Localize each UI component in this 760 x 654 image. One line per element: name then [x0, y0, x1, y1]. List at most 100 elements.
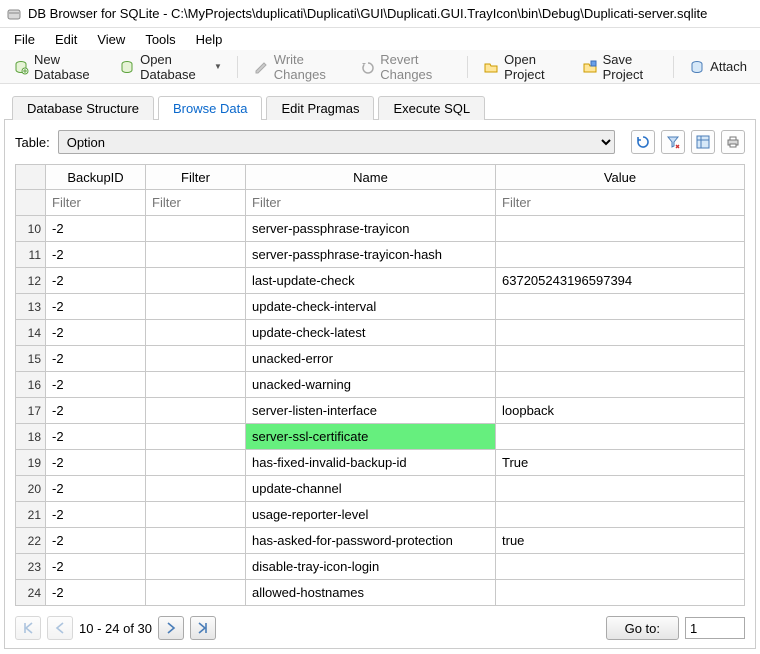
- open-project-button[interactable]: Open Project: [474, 54, 570, 80]
- page-last-button[interactable]: [190, 616, 216, 640]
- cell[interactable]: 10: [15, 216, 45, 242]
- cell[interactable]: -2: [45, 216, 145, 242]
- menu-help[interactable]: Help: [186, 30, 233, 49]
- table-row[interactable]: 24-2allowed-hostnames: [15, 580, 744, 606]
- cell[interactable]: -2: [45, 268, 145, 294]
- cell[interactable]: -2: [45, 346, 145, 372]
- cell[interactable]: usage-reporter-level: [245, 502, 495, 528]
- cell[interactable]: -2: [45, 242, 145, 268]
- menu-file[interactable]: File: [4, 30, 45, 49]
- cell[interactable]: [495, 554, 744, 580]
- cell[interactable]: true: [495, 528, 744, 554]
- goto-input[interactable]: [685, 617, 745, 639]
- cell[interactable]: [145, 528, 245, 554]
- table-row[interactable]: 13-2update-check-interval: [15, 294, 744, 320]
- cell[interactable]: server-passphrase-trayicon-hash: [245, 242, 495, 268]
- filter-name[interactable]: [246, 190, 495, 215]
- cell[interactable]: [145, 476, 245, 502]
- page-prev-button[interactable]: [47, 616, 73, 640]
- filter-backupid[interactable]: [46, 190, 145, 215]
- cell[interactable]: -2: [45, 554, 145, 580]
- col-filter[interactable]: Filter: [145, 164, 245, 190]
- cell[interactable]: 15: [15, 346, 45, 372]
- cell[interactable]: 18: [15, 424, 45, 450]
- table-row[interactable]: 11-2 server-passphrase-trayicon-hash: [15, 242, 744, 268]
- print-button[interactable]: [721, 130, 745, 154]
- cell[interactable]: 22: [15, 528, 45, 554]
- col-value[interactable]: Value: [495, 164, 744, 190]
- tab-structure[interactable]: Database Structure: [12, 96, 154, 120]
- cell[interactable]: update-check-interval: [245, 294, 495, 320]
- cell[interactable]: [145, 554, 245, 580]
- cell[interactable]: [495, 476, 744, 502]
- cell[interactable]: 16: [15, 372, 45, 398]
- cell[interactable]: [495, 580, 744, 606]
- table-row[interactable]: 14-2update-check-latest: [15, 320, 744, 346]
- menu-view[interactable]: View: [87, 30, 135, 49]
- open-database-button[interactable]: Open Database ▼: [110, 54, 231, 80]
- filter-filter[interactable]: [146, 190, 245, 215]
- cell[interactable]: [495, 372, 744, 398]
- cell[interactable]: 24: [15, 580, 45, 606]
- cell[interactable]: [145, 216, 245, 242]
- cell[interactable]: [145, 372, 245, 398]
- cell[interactable]: server-ssl-certificate: [245, 424, 495, 450]
- cell[interactable]: -2: [45, 372, 145, 398]
- cell[interactable]: [145, 294, 245, 320]
- cell[interactable]: [145, 502, 245, 528]
- cell[interactable]: 21: [15, 502, 45, 528]
- cell[interactable]: -2: [45, 476, 145, 502]
- cell[interactable]: [495, 502, 744, 528]
- cell[interactable]: [145, 424, 245, 450]
- page-first-button[interactable]: [15, 616, 41, 640]
- cell[interactable]: -2: [45, 528, 145, 554]
- attach-button[interactable]: Attach: [680, 54, 756, 80]
- cell[interactable]: [495, 294, 744, 320]
- col-backupid[interactable]: BackupID: [45, 164, 145, 190]
- cell[interactable]: unacked-warning: [245, 372, 495, 398]
- cell[interactable]: [495, 320, 744, 346]
- cell[interactable]: [145, 242, 245, 268]
- cell[interactable]: -2: [45, 502, 145, 528]
- tab-browse-data[interactable]: Browse Data: [158, 96, 262, 120]
- goto-button[interactable]: Go to:: [606, 616, 679, 640]
- cell[interactable]: 23: [15, 554, 45, 580]
- cell[interactable]: -2: [45, 450, 145, 476]
- new-database-button[interactable]: New Database: [4, 54, 108, 80]
- cell[interactable]: update-check-latest: [245, 320, 495, 346]
- cell[interactable]: has-fixed-invalid-backup-id: [245, 450, 495, 476]
- cell[interactable]: 11: [15, 242, 45, 268]
- cell[interactable]: [145, 398, 245, 424]
- col-name[interactable]: Name: [245, 164, 495, 190]
- cell[interactable]: 637205243196597394: [495, 268, 744, 294]
- cell[interactable]: server-listen-interface: [245, 398, 495, 424]
- table-row[interactable]: 20-2update-channel: [15, 476, 744, 502]
- save-table-button[interactable]: [691, 130, 715, 154]
- table-row[interactable]: 19-2 has-fixed-invalid-backup-idTrue: [15, 450, 744, 476]
- table-row[interactable]: 21-2 usage-reporter-level: [15, 502, 744, 528]
- cell[interactable]: last-update-check: [245, 268, 495, 294]
- table-row[interactable]: 12-2 last-update-check637205243196597394: [15, 268, 744, 294]
- tab-execute-sql[interactable]: Execute SQL: [378, 96, 485, 120]
- menu-edit[interactable]: Edit: [45, 30, 87, 49]
- save-project-button[interactable]: Save Project: [573, 54, 668, 80]
- cell[interactable]: [495, 216, 744, 242]
- table-row[interactable]: 17-2server-listen-interfaceloopback: [15, 398, 744, 424]
- cell[interactable]: [145, 580, 245, 606]
- page-next-button[interactable]: [158, 616, 184, 640]
- cell[interactable]: 20: [15, 476, 45, 502]
- cell[interactable]: [495, 346, 744, 372]
- table-row[interactable]: 22-2has-asked-for-password-protectiontru…: [15, 528, 744, 554]
- cell[interactable]: 17: [15, 398, 45, 424]
- cell[interactable]: 19: [15, 450, 45, 476]
- cell[interactable]: server-passphrase-trayicon: [245, 216, 495, 242]
- table-row[interactable]: 15-2unacked-error: [15, 346, 744, 372]
- cell[interactable]: -2: [45, 580, 145, 606]
- cell[interactable]: [145, 268, 245, 294]
- cell[interactable]: -2: [45, 294, 145, 320]
- cell[interactable]: True: [495, 450, 744, 476]
- cell[interactable]: -2: [45, 424, 145, 450]
- refresh-button[interactable]: [631, 130, 655, 154]
- cell[interactable]: [145, 320, 245, 346]
- cell[interactable]: 12: [15, 268, 45, 294]
